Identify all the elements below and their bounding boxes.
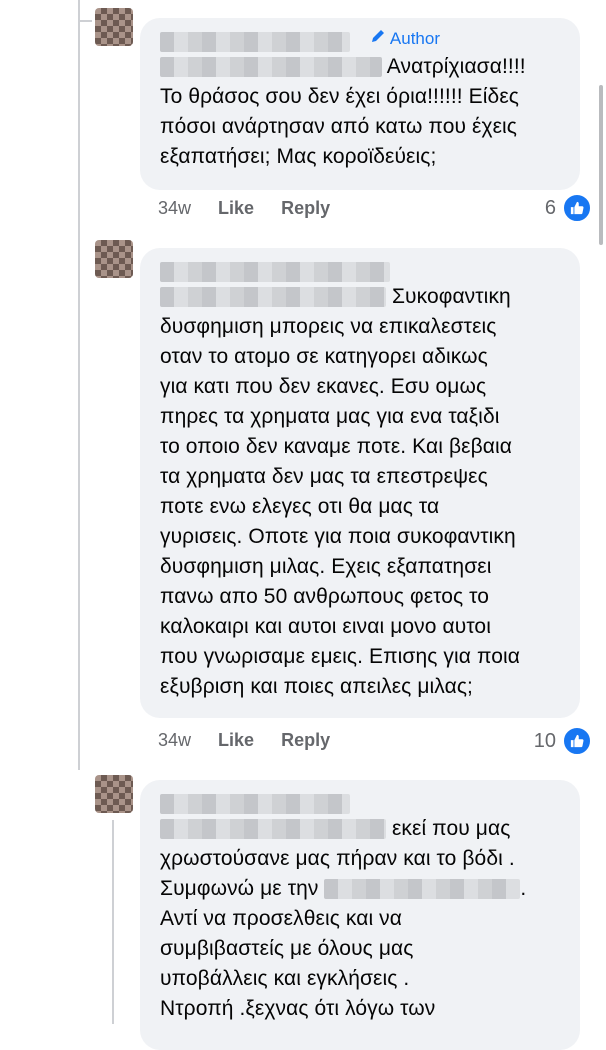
author-badge-label: Author [389,29,440,48]
comment-text: Ανατρίχιασα!!!! Το θράσος σου δεν έχει ό… [160,55,526,168]
reply-button[interactable]: Reply [281,730,330,750]
reaction-count: 10 [533,729,556,752]
thread-line [78,0,80,770]
comment-bubble: εκεί που μας χρωστούσανε μας πήραν και τ… [140,780,580,1050]
comment-bubble: Author Ανατρίχιασα!!!! Το θράσος σου δεν… [140,18,580,190]
like-button[interactable]: Like [218,730,254,750]
pencil-icon [370,28,386,49]
reaction-summary[interactable]: 10 [534,726,592,756]
comment-meta: 34w Like Reply [158,730,352,751]
comment-text: Συκοφαντικη δυσφημιση μπορεις να επικαλε… [160,285,521,698]
thread-connector [78,20,92,22]
timestamp[interactable]: 34w [158,198,191,218]
thread-line [112,820,114,1024]
avatar[interactable] [95,8,133,46]
comment-text: εκεί που μας χρωστούσανε μας πήραν και τ… [160,817,527,1020]
comment-meta: 34w Like Reply [158,198,352,219]
thumbs-up-icon [562,193,592,223]
scrollbar[interactable] [599,85,603,245]
like-button[interactable]: Like [218,198,254,218]
author-badge: Author [370,28,440,49]
timestamp[interactable]: 34w [158,730,191,750]
avatar[interactable] [95,775,133,813]
comment-bubble: Συκοφαντικη δυσφημιση μπορεις να επικαλε… [140,248,580,718]
reply-button[interactable]: Reply [281,198,330,218]
commenter-name-blurred[interactable] [160,794,558,814]
thumbs-up-icon [562,726,592,756]
reaction-count: 6 [544,196,556,219]
commenter-name-blurred[interactable] [160,32,558,52]
commenter-name-blurred[interactable] [160,262,558,282]
avatar[interactable] [95,240,133,278]
reaction-summary[interactable]: 6 [545,193,592,223]
